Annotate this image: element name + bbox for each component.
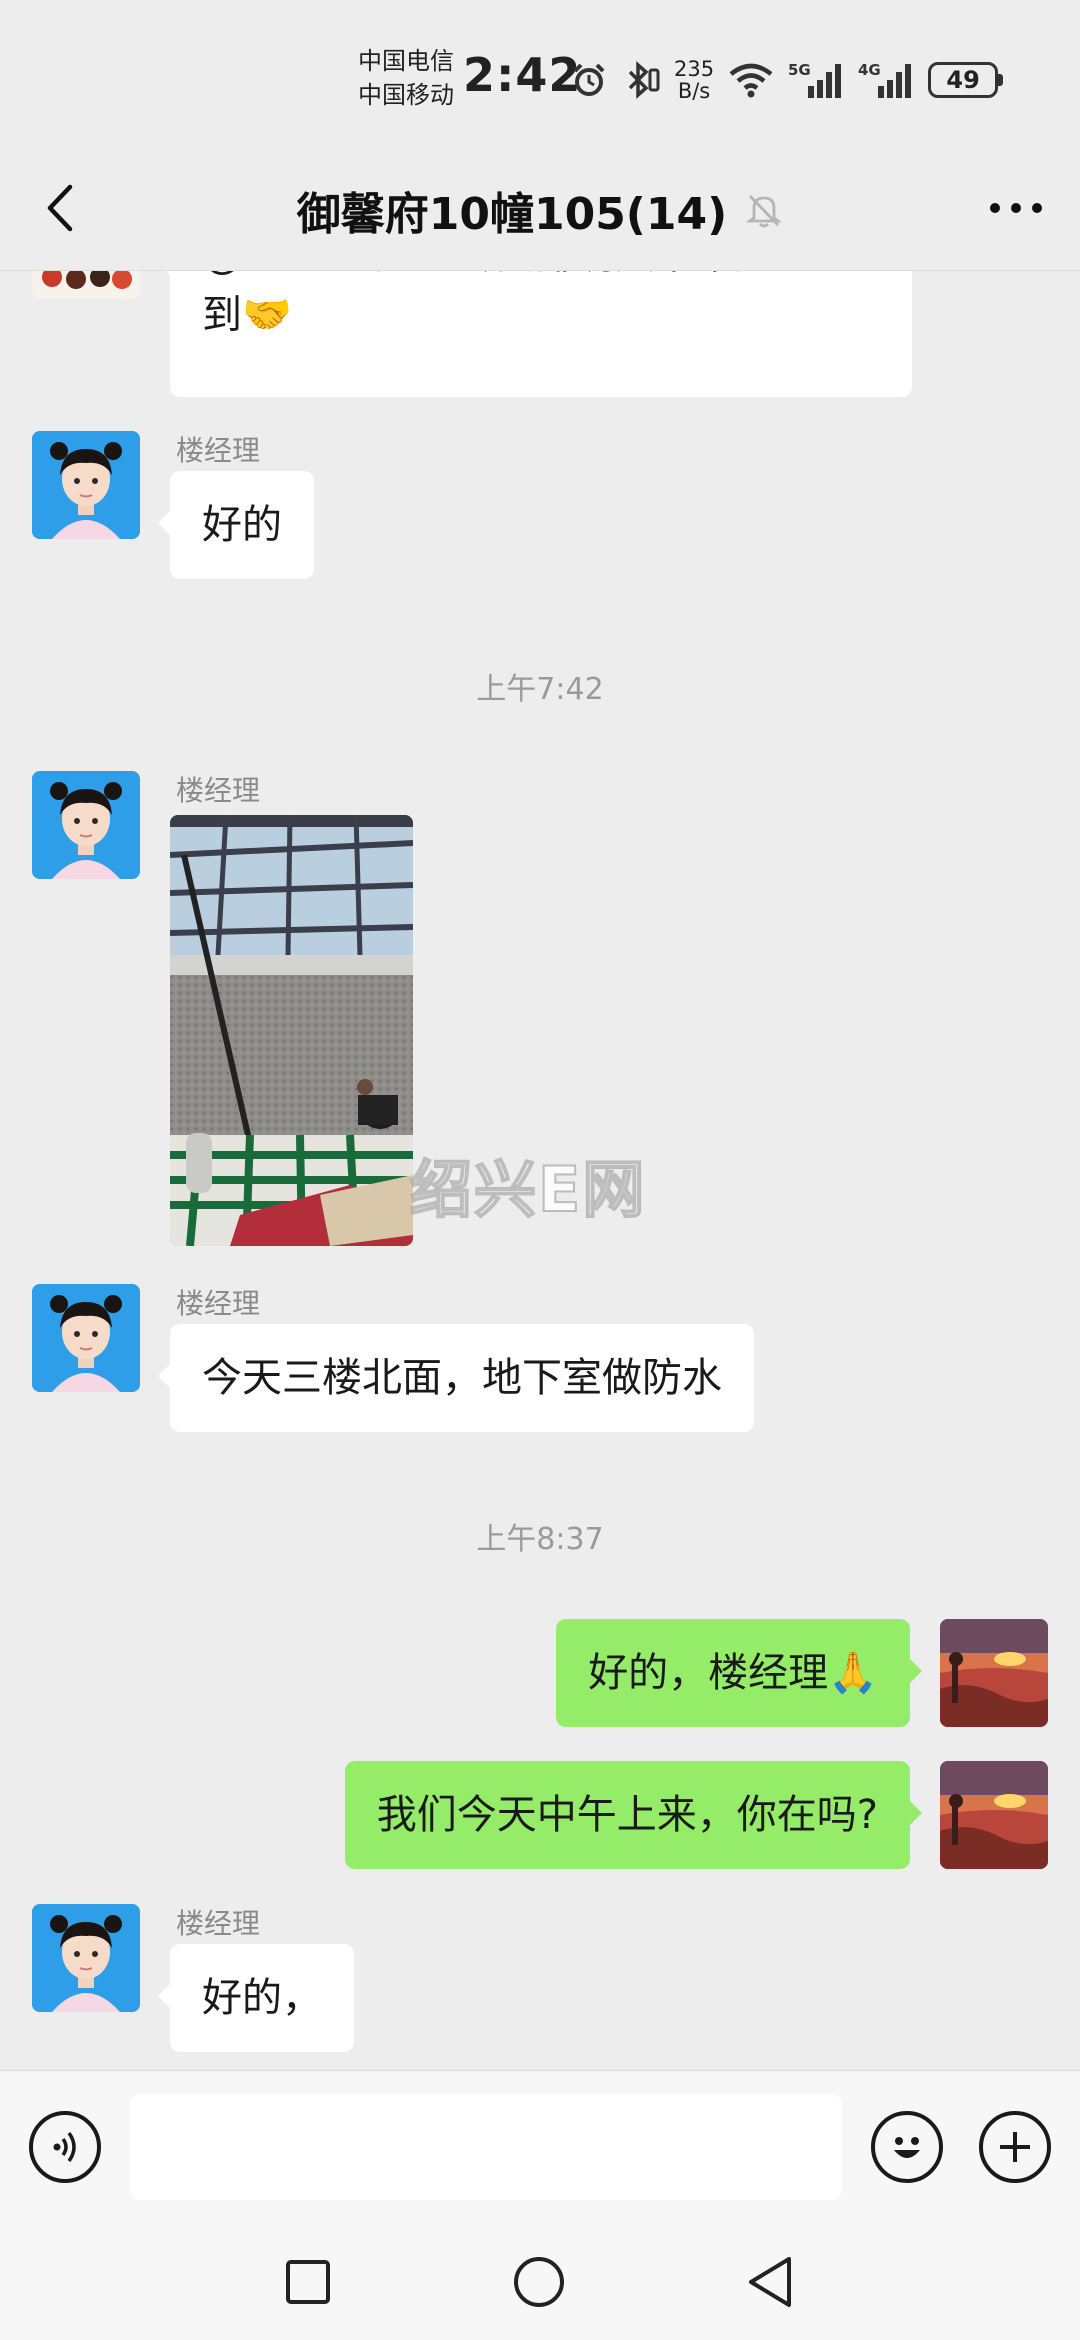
status-time: 2:42 — [463, 48, 582, 102]
voice-icon — [53, 2131, 76, 2163]
carrier-info: 中国电信 中国移动 — [358, 44, 454, 112]
sender-name: 楼经理 — [176, 1287, 261, 1320]
signal-4g-icon: 4G — [858, 60, 914, 100]
recent-apps-icon — [286, 2260, 330, 2304]
message-item: 好的，楼经理🙏 — [0, 1619, 1080, 1739]
sender-name: 楼经理 — [176, 434, 261, 467]
avatar[interactable] — [940, 1619, 1048, 1727]
net-speed: 235 B/s — [674, 58, 714, 102]
home-button[interactable] — [509, 2252, 569, 2312]
message-timestamp: 上午7:42 — [476, 672, 604, 707]
system-nav-bar — [0, 2220, 1080, 2340]
message-text-line: 到🤝 — [202, 292, 292, 338]
message-bubble[interactable]: @上上签 加工砖安排明天下午送 到🤝 — [158, 271, 912, 397]
sender-name: 楼经理 — [176, 1907, 261, 1940]
message-input[interactable] — [130, 2094, 842, 2200]
message-text: 今天三楼北面，地下室做防水 — [202, 1355, 722, 1401]
signal-5g-icon: 5G — [788, 60, 844, 100]
carrier-2: 中国移动 — [358, 81, 454, 109]
recent-apps-button[interactable] — [278, 2252, 338, 2312]
avatar[interactable] — [32, 1284, 140, 1392]
message-text: 好的， — [202, 1975, 322, 2021]
watermark: 绍兴E网 — [409, 1152, 647, 1227]
bluetooth-icon — [622, 60, 660, 100]
battery-level: 49 — [946, 66, 980, 94]
bell-off-icon — [745, 191, 783, 233]
message-item: 楼经理 好的， — [0, 1904, 1080, 2064]
message-bubble[interactable]: 好的， — [158, 1944, 354, 2052]
message-image[interactable] — [170, 815, 413, 1246]
net-speed-unit: B/s — [677, 79, 711, 103]
message-bubble[interactable]: 我们今天中午上来，你在吗? — [344, 1761, 923, 1869]
battery-icon: 49 — [928, 62, 1004, 98]
status-icons: 235 B/s 5G 4G 49 — [570, 50, 1004, 110]
carrier-1: 中国电信 — [358, 47, 454, 75]
emoji-button[interactable] — [871, 2111, 943, 2183]
more-button[interactable] — [976, 178, 1056, 238]
alarm-icon — [570, 61, 608, 99]
message-bubble[interactable]: 今天三楼北面，地下室做防水 — [158, 1324, 754, 1432]
sender-name: 楼经理 — [176, 774, 261, 807]
message-item: @上上签 加工砖安排明天下午送 到🤝 — [0, 271, 1080, 401]
message-item: 我们今天中午上来，你在吗? — [0, 1761, 1080, 1881]
back-button[interactable] — [30, 178, 90, 238]
message-bubble[interactable]: 好的，楼经理🙏 — [556, 1619, 922, 1727]
message-text-line: @上上签 加工砖安排明天下午送 — [202, 271, 775, 285]
status-bar: 中国电信 中国移动 2:42 235 B/s 5G 4G 49 — [0, 0, 1080, 150]
signal-4g-label: 4G — [858, 61, 881, 79]
home-icon — [514, 2257, 564, 2307]
message-item: 楼经理 今天三楼北面，地下室做防水 — [0, 1284, 1080, 1444]
input-bar — [0, 2070, 1080, 2221]
message-text: 我们今天中午上来，你在吗? — [376, 1792, 878, 1838]
plus-button[interactable] — [979, 2111, 1051, 2183]
net-speed-value: 235 — [674, 57, 715, 81]
message-timestamp: 上午8:37 — [476, 1522, 604, 1557]
plus-icon — [1000, 2132, 1030, 2162]
wifi-icon — [728, 62, 774, 98]
message-bubble[interactable]: 好的 — [158, 471, 314, 579]
avatar[interactable] — [940, 1761, 1048, 1869]
voice-button[interactable] — [29, 2111, 101, 2183]
avatar[interactable] — [32, 771, 140, 879]
message-text: 好的 — [202, 502, 282, 548]
chevron-left-icon — [47, 184, 73, 232]
more-dots-icon — [990, 203, 1042, 213]
avatar[interactable] — [32, 271, 140, 299]
back-nav-button[interactable] — [740, 2252, 800, 2312]
back-triangle-icon — [749, 2257, 791, 2307]
emoji-icon — [894, 2137, 920, 2158]
avatar[interactable] — [32, 1904, 140, 2012]
signal-5g-label: 5G — [788, 61, 811, 79]
avatar[interactable] — [32, 431, 140, 539]
message-text: 好的，楼经理🙏 — [588, 1650, 878, 1696]
message-list[interactable]: @上上签 加工砖安排明天下午送 到🤝 楼经理 好的 上午7:42 — [0, 271, 1080, 2070]
chat-header: 御馨府10幢105(14) — [0, 150, 1080, 271]
chat-title: 御馨府10幢105(14) — [296, 189, 728, 240]
message-item: 楼经理 好的 — [0, 431, 1080, 591]
